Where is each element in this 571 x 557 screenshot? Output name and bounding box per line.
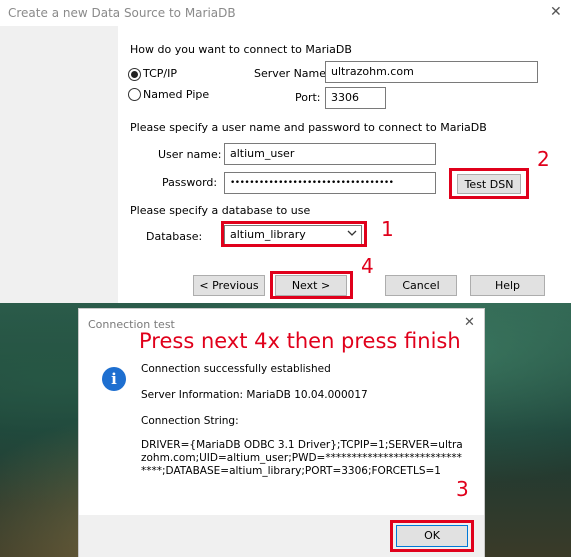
annotation-number-4: 4: [361, 254, 374, 278]
user-name-label: User name:: [158, 148, 222, 161]
create-data-source-dialog: Create a new Data Source to MariaDB ✕ Ho…: [0, 0, 571, 303]
highlight-box-test-dsn: [449, 168, 529, 199]
named-pipe-radio[interactable]: [128, 88, 141, 101]
port-input[interactable]: 3306: [325, 87, 386, 109]
previous-button[interactable]: < Previous: [193, 275, 265, 296]
database-prompt: Please specify a database to use: [130, 204, 311, 217]
database-label: Database:: [146, 230, 203, 243]
info-icon: i: [102, 367, 126, 391]
password-label: Password:: [162, 176, 218, 189]
tcp-ip-radio[interactable]: [128, 68, 141, 81]
annotation-number-3: 3: [456, 477, 469, 501]
connection-test-footer: OK: [79, 515, 484, 557]
user-name-input[interactable]: altium_user: [224, 143, 436, 165]
server-name-label: Server Name:: [254, 67, 330, 80]
main-window-title: Create a new Data Source to MariaDB: [8, 6, 236, 20]
highlight-box-database: [221, 221, 367, 247]
main-titlebar: Create a new Data Source to MariaDB ✕: [0, 0, 571, 26]
connection-string-value: DRIVER={MariaDB ODBC 3.1 Driver};TCPIP=1…: [141, 439, 463, 477]
tcp-ip-label: TCP/IP: [143, 67, 177, 80]
named-pipe-label: Named Pipe: [143, 88, 210, 101]
connection-string-label: Connection String:: [141, 415, 239, 427]
annotation-number-1: 1: [381, 217, 394, 241]
help-button[interactable]: Help: [470, 275, 545, 296]
highlight-box-ok: [390, 520, 474, 552]
password-input[interactable]: ••••••••••••••••••••••••••••••••••: [224, 172, 436, 194]
close-icon[interactable]: ✕: [464, 315, 475, 330]
annotation-number-2: 2: [537, 147, 550, 171]
connection-success-message: Connection successfully established: [141, 363, 331, 375]
highlight-box-next: [270, 271, 353, 299]
annotation-instruction: Press next 4x then press finish: [139, 329, 461, 353]
credentials-prompt: Please specify a user name and password …: [130, 121, 487, 134]
cancel-button[interactable]: Cancel: [385, 275, 457, 296]
connect-method-prompt: How do you want to connect to MariaDB: [130, 43, 352, 56]
server-information: Server Information: MariaDB 10.04.000017: [141, 389, 368, 401]
connection-test-dialog: Connection test ✕ Press next 4x then pre…: [78, 308, 485, 557]
port-label: Port:: [295, 91, 321, 104]
close-icon[interactable]: ✕: [550, 4, 562, 20]
server-name-input[interactable]: ultrazohm.com: [325, 61, 538, 83]
